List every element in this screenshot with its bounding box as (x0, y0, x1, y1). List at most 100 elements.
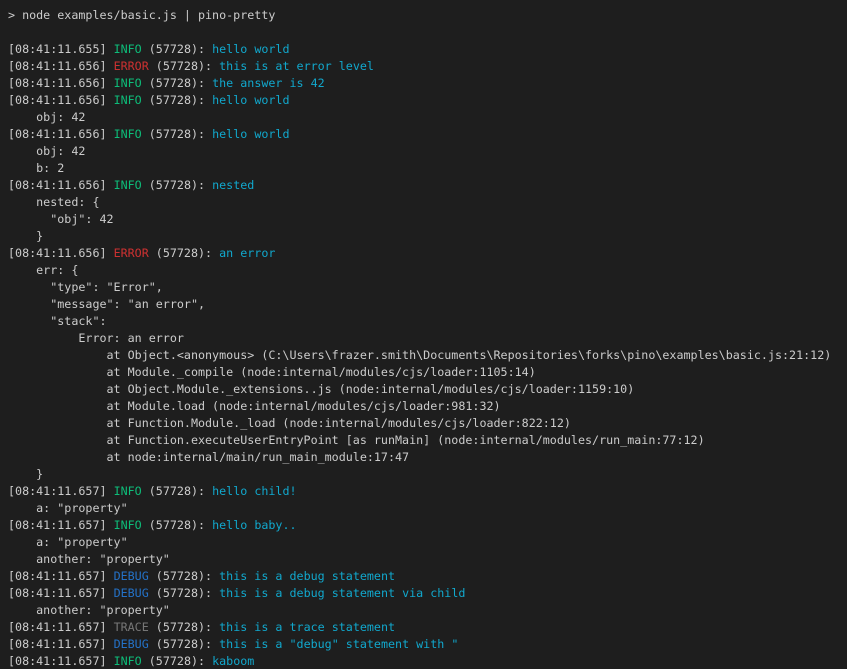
log-text: a: "property" (8, 535, 128, 549)
log-text: [08:41:11.657] (8, 637, 114, 651)
log-text: (57728): (142, 518, 212, 532)
terminal-line: "stack": (8, 313, 847, 330)
terminal-line: [08:41:11.657] INFO (57728): hello child… (8, 483, 847, 500)
terminal-line: at Object.Module._extensions..js (node:i… (8, 381, 847, 398)
terminal-output[interactable]: > node examples/basic.js | pino-pretty [0… (0, 0, 847, 669)
log-text: (57728): (149, 620, 219, 634)
log-message: this is a debug statement (219, 569, 395, 583)
log-level-info: INFO (114, 93, 142, 107)
log-level-debug: DEBUG (114, 569, 149, 583)
log-message: kaboom (212, 654, 254, 668)
log-text: b: 2 (8, 161, 64, 175)
terminal-line: [08:41:11.656] ERROR (57728): an error (8, 245, 847, 262)
log-text: (57728): (142, 127, 212, 141)
terminal-line: [08:41:11.656] INFO (57728): hello world (8, 126, 847, 143)
log-text: [08:41:11.657] (8, 654, 114, 668)
log-level-info: INFO (114, 518, 142, 532)
terminal-line: Error: an error (8, 330, 847, 347)
log-text: [08:41:11.657] (8, 484, 114, 498)
command-line: > node examples/basic.js | pino-pretty (8, 7, 847, 24)
log-text: (57728): (142, 178, 212, 192)
terminal-line: [08:41:11.657] INFO (57728): hello baby.… (8, 517, 847, 534)
log-text: [08:41:11.655] (8, 42, 114, 56)
log-text: at Module.load (node:internal/modules/cj… (8, 399, 501, 413)
log-level-trace: TRACE (114, 620, 149, 634)
log-level-info: INFO (114, 76, 142, 90)
log-message: hello world (212, 93, 289, 107)
log-text: } (8, 467, 43, 481)
terminal-line: [08:41:11.657] DEBUG (57728): this is a … (8, 585, 847, 602)
terminal-line: at Module.load (node:internal/modules/cj… (8, 398, 847, 415)
log-text: (57728): (142, 484, 212, 498)
terminal-line: another: "property" (8, 602, 847, 619)
log-text: [08:41:11.656] (8, 59, 114, 73)
log-text: (57728): (149, 569, 219, 583)
terminal-line: [08:41:11.656] ERROR (57728): this is at… (8, 58, 847, 75)
log-message: this is at error level (219, 59, 374, 73)
terminal-line: obj: 42 (8, 109, 847, 126)
log-message: hello world (212, 127, 289, 141)
log-text: [08:41:11.656] (8, 178, 114, 192)
log-text: (57728): (142, 93, 212, 107)
terminal-line: at Module._compile (node:internal/module… (8, 364, 847, 381)
log-text: } (8, 229, 43, 243)
terminal-line: } (8, 228, 847, 245)
terminal-line: [08:41:11.656] INFO (57728): the answer … (8, 75, 847, 92)
log-message: this is a trace statement (219, 620, 395, 634)
log-message: an error (219, 246, 275, 260)
log-level-debug: DEBUG (114, 637, 149, 651)
log-message: this is a debug statement via child (219, 586, 465, 600)
terminal-line: nested: { (8, 194, 847, 211)
log-text: (57728): (149, 586, 219, 600)
log-level-error: ERROR (114, 246, 149, 260)
log-text: (57728): (149, 246, 219, 260)
log-text: at Object.<anonymous> (C:\Users\frazer.s… (8, 348, 831, 362)
log-text: [08:41:11.656] (8, 93, 114, 107)
log-text: [08:41:11.657] (8, 620, 114, 634)
log-text: [08:41:11.657] (8, 518, 114, 532)
log-text: at Object.Module._extensions..js (node:i… (8, 382, 634, 396)
log-text: "type": "Error", (8, 280, 163, 294)
terminal-line: [08:41:11.657] INFO (57728): kaboom (8, 653, 847, 669)
log-text: [08:41:11.656] (8, 76, 114, 90)
log-text: obj: 42 (8, 144, 85, 158)
log-text: "message": "an error", (8, 297, 205, 311)
log-text: obj: 42 (8, 110, 85, 124)
log-text: at Function.Module._load (node:internal/… (8, 416, 571, 430)
log-level-info: INFO (114, 178, 142, 192)
terminal-line: at Object.<anonymous> (C:\Users\frazer.s… (8, 347, 847, 364)
log-text: > node examples/basic.js | pino-pretty (8, 8, 275, 22)
log-text: (57728): (142, 76, 212, 90)
log-level-info: INFO (114, 654, 142, 668)
log-message: hello child! (212, 484, 296, 498)
terminal-line: [08:41:11.656] INFO (57728): hello world (8, 92, 847, 109)
log-text: at Function.executeUserEntryPoint [as ru… (8, 433, 705, 447)
log-message: nested (212, 178, 254, 192)
log-text: Error: an error (8, 331, 184, 345)
terminal-line: } (8, 466, 847, 483)
log-text: (57728): (142, 42, 212, 56)
terminal-line: obj: 42 (8, 143, 847, 160)
log-text: another: "property" (8, 552, 170, 566)
log-text: "stack": (8, 314, 107, 328)
log-text: "obj": 42 (8, 212, 114, 226)
terminal-line: err: { (8, 262, 847, 279)
log-text: a: "property" (8, 501, 128, 515)
terminal-line: "message": "an error", (8, 296, 847, 313)
terminal-line: at Function.Module._load (node:internal/… (8, 415, 847, 432)
log-text: err: { (8, 263, 78, 277)
terminal-line: a: "property" (8, 534, 847, 551)
log-level-debug: DEBUG (114, 586, 149, 600)
terminal-line: [08:41:11.657] DEBUG (57728): this is a … (8, 636, 847, 653)
log-level-info: INFO (114, 42, 142, 56)
log-text: at node:internal/main/run_main_module:17… (8, 450, 409, 464)
terminal-line: "obj": 42 (8, 211, 847, 228)
log-level-info: INFO (114, 484, 142, 498)
terminal-line: another: "property" (8, 551, 847, 568)
terminal-line: b: 2 (8, 160, 847, 177)
log-text: (57728): (149, 637, 219, 651)
terminal-line (8, 24, 847, 41)
log-message: hello world (212, 42, 289, 56)
terminal-line: [08:41:11.655] INFO (57728): hello world (8, 41, 847, 58)
log-text: (57728): (142, 654, 212, 668)
